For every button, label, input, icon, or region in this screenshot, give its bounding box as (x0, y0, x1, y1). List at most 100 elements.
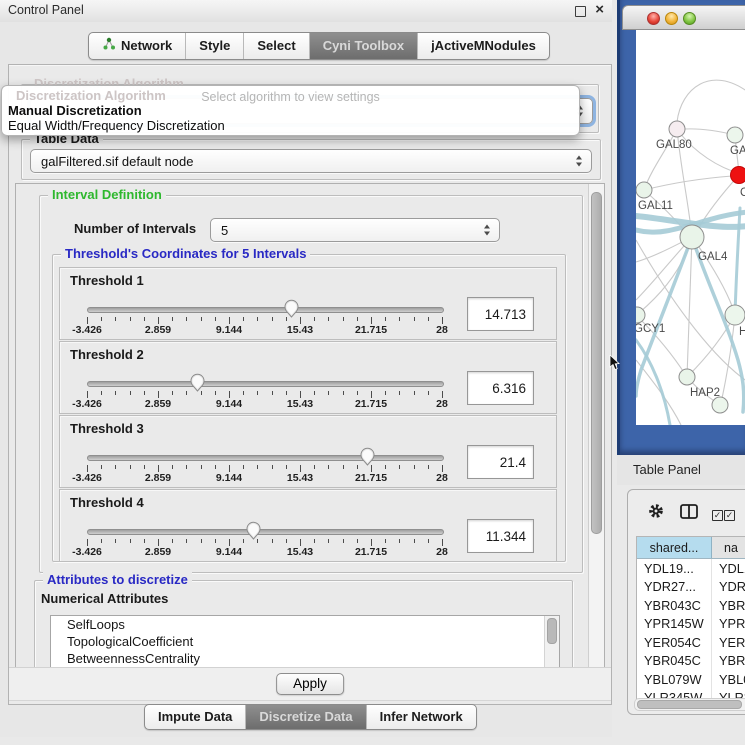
threshold-1-slider[interactable] (87, 307, 444, 313)
table-row[interactable]: YBL079WYBL0 (637, 670, 745, 689)
threshold-4-slider[interactable] (87, 529, 444, 535)
attribute-list-item[interactable]: TopologicalCoefficient (51, 633, 559, 650)
table-panel-header: Table Panel (617, 455, 745, 485)
tab-discretize-data[interactable]: Discretize Data (245, 705, 365, 729)
table-data-group: Table Data galFiltered.sif default node (21, 139, 601, 180)
group-title: Interval Definition (48, 187, 166, 202)
dropdown-hint: Select algorithm to view settings (2, 90, 579, 104)
settings-vertical-scrollbar[interactable] (588, 184, 604, 668)
threshold-3-panel: Threshold 3 -3.4262.8599.14415.4321.7152… (59, 415, 557, 488)
network-view-window: GAL80GALCGAL11GAL4GCY1HHAP2 (617, 0, 745, 455)
table-row[interactable]: YDL19...YDL1 (637, 559, 745, 578)
checkbox-select-icon[interactable]: ✓✓ (712, 506, 735, 521)
threshold-1-panel: Threshold 1 -3.4262.8599.14415.4321.7152… (59, 267, 557, 340)
tab-impute-data[interactable]: Impute Data (145, 705, 245, 729)
network-edge[interactable] (644, 176, 732, 190)
apply-strip: Apply (9, 667, 611, 701)
table-toolbar: ✓✓ (628, 494, 745, 528)
table-header-row: shared... na (637, 537, 745, 559)
apply-button[interactable]: Apply (276, 673, 344, 695)
table-row[interactable]: YER054CYER0 (637, 633, 745, 652)
slider-knob[interactable] (360, 447, 375, 466)
attribute-list-item[interactable]: SelfLoops (51, 616, 559, 633)
network-node[interactable] (712, 397, 728, 413)
settings-scrollpane: Interval Definition Number of Intervals … (15, 183, 605, 669)
float-window-icon[interactable] (575, 6, 586, 17)
attributes-scrollbar[interactable] (544, 616, 559, 668)
network-node[interactable] (679, 369, 695, 385)
node-label: GAL (730, 145, 745, 157)
network-node[interactable] (725, 305, 745, 325)
node-label: HAP2 (690, 387, 720, 399)
numerical-attributes-list[interactable]: SelfLoopsTopologicalCoefficientBetweenne… (50, 615, 560, 669)
network-node[interactable] (680, 225, 704, 249)
threshold-2-value-field[interactable]: 6.316 (467, 371, 534, 405)
tab-infer-network[interactable]: Infer Network (366, 705, 476, 729)
close-icon[interactable]: × (595, 1, 604, 18)
network-edge[interactable] (687, 237, 692, 377)
panel-title: Control Panel (8, 3, 84, 17)
minimize-traffic-light-icon[interactable] (665, 12, 678, 25)
network-node[interactable] (731, 167, 745, 184)
node-label: C (740, 187, 745, 199)
group-title: Threshold's Coordinates for 5 Intervals (61, 246, 310, 261)
tab-jactivemnodules[interactable]: jActiveMNodules (417, 33, 549, 59)
table-panel: ✓✓ shared... na YDL19...YDL1YDR27...YDR2… (627, 489, 745, 715)
columns-icon[interactable] (680, 504, 698, 522)
threshold-4-panel: Threshold 4 -3.4262.8599.14415.4321.7152… (59, 489, 557, 562)
algorithm-dropdown-popup: Discretization Algorithm Select algorith… (1, 85, 580, 136)
gear-icon[interactable] (648, 503, 664, 522)
tab-cyni-toolbox[interactable]: Cyni Toolbox (309, 33, 417, 59)
cyni-toolbox-panel: Discretization Algorithm Discretization … (8, 64, 612, 705)
table-data-combobox[interactable]: galFiltered.sif default node (30, 149, 592, 173)
table-row[interactable]: YBR043CYBR0 (637, 596, 745, 615)
table-row[interactable]: YDR27...YDR2 (637, 578, 745, 597)
combo-arrows-icon (575, 156, 583, 167)
num-intervals-spinner[interactable]: 5 (210, 218, 500, 242)
dropdown-item-equal-width-frequency[interactable]: Equal Width/Frequency Discretization (8, 118, 573, 133)
slider-knob[interactable] (284, 299, 299, 318)
column-header-name[interactable]: na (712, 537, 745, 558)
node-label: GAL11 (638, 200, 673, 212)
threshold-1-value-field[interactable]: 14.713 (467, 297, 534, 331)
top-tabbar: Network Style Select Cyni Toolbox jActiv… (88, 32, 550, 60)
network-edge[interactable] (677, 80, 745, 122)
mouse-cursor (609, 355, 620, 374)
table-row[interactable]: YBR045CYBR0 (637, 652, 745, 671)
tab-select[interactable]: Select (243, 33, 308, 59)
network-edge[interactable] (692, 237, 735, 314)
thresholds-group: Threshold's Coordinates for 5 Intervals … (52, 254, 566, 562)
zoom-traffic-light-icon[interactable] (683, 12, 696, 25)
threshold-3-slider[interactable] (87, 455, 444, 461)
tab-style[interactable]: Style (185, 33, 243, 59)
numerical-attributes-label: Numerical Attributes (41, 591, 168, 606)
threshold-2-slider[interactable] (87, 381, 444, 387)
control-panel-titlebar: Control Panel × (0, 0, 612, 22)
threshold-3-value-field[interactable]: 21.4 (467, 445, 534, 479)
slider-knob[interactable] (190, 373, 205, 392)
network-canvas[interactable]: GAL80GALCGAL11GAL4GCY1HHAP2 (636, 30, 745, 425)
attributes-group: Attributes to discretize Numerical Attri… (34, 580, 573, 669)
group-title: Attributes to discretize (43, 572, 192, 587)
table-horizontal-scrollbar[interactable] (634, 698, 745, 711)
dropdown-item-manual-discretization[interactable]: Manual Discretization (8, 103, 573, 118)
network-edge[interactable] (636, 237, 692, 300)
attribute-list-item[interactable]: BetweennessCentrality (51, 650, 559, 667)
node-label: H (739, 326, 745, 338)
spinner-arrows-icon (483, 225, 491, 236)
threshold-4-value-field[interactable]: 11.344 (467, 519, 534, 553)
tab-network[interactable]: Network (89, 33, 185, 59)
column-header-shared-name[interactable]: shared... (637, 537, 712, 558)
slider-knob[interactable] (246, 521, 261, 540)
node-attribute-table[interactable]: shared... na YDL19...YDL1YDR27...YDR2YBR… (636, 536, 745, 700)
close-traffic-light-icon[interactable] (647, 12, 660, 25)
table-row[interactable]: YPR145WYPR1 (637, 615, 745, 634)
network-window-titlebar[interactable] (622, 5, 745, 30)
num-intervals-label: Number of Intervals (74, 221, 196, 236)
node-label: GAL4 (698, 251, 728, 263)
network-icon (102, 37, 116, 54)
network-node[interactable] (669, 121, 685, 137)
network-node[interactable] (636, 182, 652, 198)
node-label: GCY1 (636, 323, 665, 335)
network-node[interactable] (727, 127, 743, 143)
